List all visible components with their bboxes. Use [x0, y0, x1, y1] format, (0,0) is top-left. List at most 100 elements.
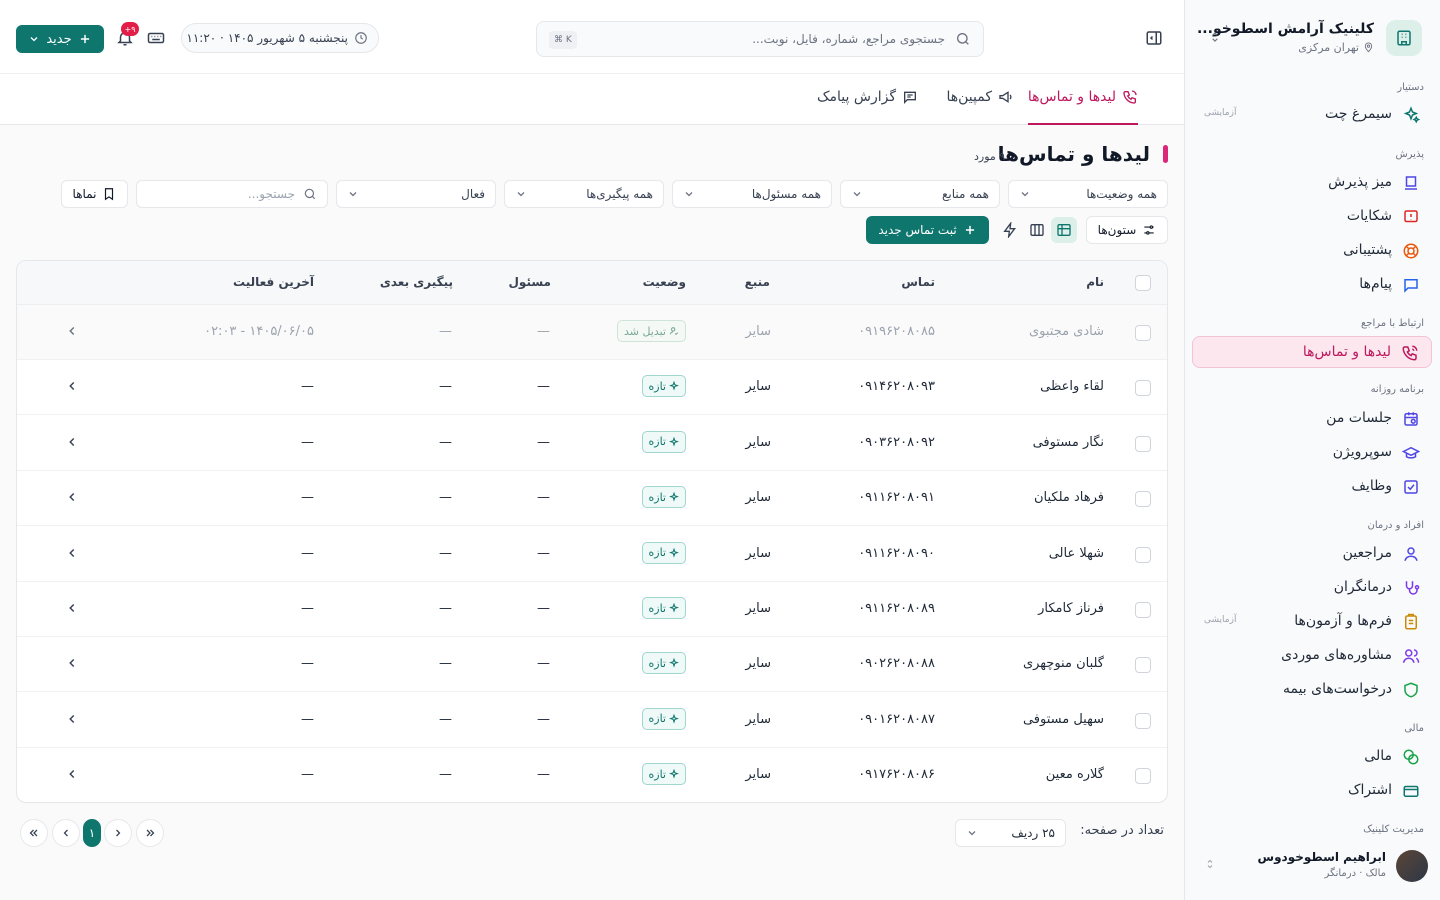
page-size-select[interactable]: ۲۵ ردیف [955, 819, 1066, 847]
sidebar-item-label: سوپرویژن [1332, 444, 1392, 460]
tab-leads[interactable]: لیدها و تماس‌ها [1027, 89, 1138, 125]
row-checkbox[interactable] [1135, 546, 1151, 563]
sidebar-item-messages[interactable]: پیام‌ها [1192, 269, 1432, 301]
new-button[interactable]: جدید [16, 25, 104, 53]
column-header-contact[interactable]: تماس [901, 275, 935, 289]
clinic-switcher[interactable]: کلینیک آرامش اسطوخو... تهران مرکزی [1196, 18, 1428, 60]
table-row[interactable]: لقاء واعظی ۰۹۱۴۶۲۰۸۰۹۳ سایر تازه — — — [17, 360, 1167, 416]
sidebar-item-simorgh-chat[interactable]: سیمرغ چت آزمایشی [1192, 99, 1432, 131]
table-search-input[interactable]: جستجو... [136, 180, 328, 208]
table-row[interactable]: گلبان منوچهری ۰۹۰۲۶۲۰۸۰۸۸ سایر تازه — — — [17, 637, 1167, 693]
lead-phone: ۰۹۱۴۶۲۰۸۰۹۳ [858, 379, 935, 395]
chevron-updown-icon[interactable] [1204, 858, 1216, 870]
chevron-left-icon[interactable] [65, 656, 79, 670]
row-checkbox[interactable] [1135, 491, 1151, 508]
row-checkbox[interactable] [1135, 768, 1151, 785]
active-filter[interactable]: فعال [336, 180, 496, 208]
sidebar-item-forms-tests[interactable]: فرم‌ها و آزمون‌ها آزمایشی [1192, 606, 1432, 638]
kanban-view-icon[interactable] [1024, 217, 1050, 243]
views-button[interactable]: نماها [61, 180, 128, 208]
table-row[interactable]: فرهاد ملکیان ۰۹۱۱۶۲۰۸۰۹۱ سایر تازه — — — [17, 471, 1167, 527]
chevron-left-icon[interactable] [65, 767, 79, 781]
status-badge: تازه [641, 541, 686, 564]
lightning-icon[interactable] [997, 217, 1023, 243]
column-header-owner[interactable]: مسئول [509, 275, 551, 289]
table-row[interactable]: فرناز کامکار ۰۹۱۱۶۲۰۸۰۸۹ سایر تازه — — — [17, 582, 1167, 637]
prev-page-button[interactable] [104, 819, 132, 847]
sidebar-item-insurance[interactable]: درخواست‌های بیمه [1192, 674, 1432, 706]
chevron-left-icon[interactable] [65, 712, 79, 726]
columns-button-label: ستون‌ها [1097, 223, 1137, 237]
chevron-down-icon [517, 192, 525, 197]
sidebar-item-finance[interactable]: مالی [1192, 741, 1432, 773]
sidebar-item-label: پشتیبانی [1343, 242, 1392, 258]
table-row[interactable]: نگار مستوفی ۰۹۰۳۶۲۰۸۰۹۲ سایر تازه — — — [17, 416, 1167, 471]
chevron-left-icon[interactable] [65, 601, 79, 615]
sparkle-icon [669, 658, 679, 668]
column-header-last-activity[interactable]: آخرین فعالیت [233, 275, 314, 289]
page-number-button[interactable]: ۱ [83, 819, 101, 847]
lead-owner: — [537, 379, 550, 395]
global-search-input[interactable]: جستجوی مراجع، شماره، فایل، نوبت... ⌘ K [536, 21, 984, 57]
chevron-left-icon[interactable] [65, 546, 79, 560]
chevron-right-icon [116, 829, 121, 837]
tab-sms-report[interactable]: گزارش پیامک [817, 89, 918, 125]
sidebar-item-supervision[interactable]: سوپرویژن [1192, 437, 1432, 469]
chevron-left-icon[interactable] [65, 324, 79, 338]
sidebar-item-clients[interactable]: مراجعین [1192, 538, 1432, 570]
sidebar-item-tasks[interactable]: وظایف [1192, 471, 1432, 503]
next-page-button[interactable] [52, 819, 80, 847]
sidebar-item-leads[interactable]: لیدها و تماس‌ها [1192, 336, 1432, 368]
column-header-next-followup[interactable]: پیگیری بعدی [380, 275, 453, 289]
user-name: ابراهیم اسطوخودوس [1257, 850, 1386, 864]
select-all-checkbox[interactable] [1135, 275, 1151, 291]
table-row[interactable]: سهیل مستوفی ۰۹۰۱۶۲۰۸۰۸۷ سایر تازه — — — [17, 693, 1167, 748]
row-checkbox[interactable] [1135, 602, 1151, 618]
sidebar-item-front-desk[interactable]: میز پذیرش [1192, 167, 1432, 199]
sidebar-item-therapists[interactable]: درمانگران [1192, 572, 1432, 604]
row-checkbox[interactable] [1135, 325, 1151, 341]
check-square-icon [1404, 480, 1418, 494]
followup-filter[interactable]: همه پیگیری‌ها [504, 180, 664, 208]
chevron-updown-icon[interactable] [1208, 30, 1222, 44]
last-page-button[interactable] [20, 819, 48, 847]
user-check-icon [669, 327, 679, 336]
columns-button[interactable]: ستون‌ها [1086, 216, 1168, 244]
lead-phone: ۰۹۱۷۶۲۰۸۰۸۶ [858, 767, 935, 783]
row-checkbox[interactable] [1135, 657, 1151, 674]
first-page-button[interactable] [136, 819, 164, 847]
sparkle-icon [669, 492, 679, 502]
chevron-left-icon[interactable] [65, 490, 79, 504]
top-header: جستجوی مراجع، شماره، فایل، نوبت... ⌘ K پ… [0, 0, 1184, 74]
experimental-tag: آزمایشی [1204, 615, 1237, 625]
column-header-name[interactable]: نام [1086, 275, 1104, 289]
owner-filter[interactable]: همه مسئول‌ها [672, 180, 832, 208]
chevron-left-icon[interactable] [65, 379, 79, 393]
sidebar-toggle-icon[interactable] [1145, 29, 1163, 47]
sidebar-item-complaints[interactable]: شکایات [1192, 201, 1432, 233]
table-view-icon[interactable] [1051, 217, 1077, 243]
tab-bar: لیدها و تماس‌ها کمپین‌ها گزارش پیامک [0, 75, 1184, 125]
add-contact-button[interactable]: ثبت تماس جدید [866, 216, 989, 244]
table-row[interactable]: شهلا عالی ۰۹۱۱۶۲۰۸۰۹۰ سایر تازه — — — [17, 527, 1167, 582]
tab-campaigns[interactable]: کمپین‌ها [946, 89, 1014, 125]
column-header-source[interactable]: منبع [745, 275, 770, 289]
section-title-finance: مالی [1404, 723, 1424, 734]
keyboard-icon[interactable] [145, 29, 165, 49]
row-checkbox[interactable] [1135, 435, 1151, 452]
row-checkbox[interactable] [1135, 712, 1151, 729]
table-row[interactable]: گلاره معین ۰۹۱۷۶۲۰۸۰۸۶ سایر تازه — — — [17, 748, 1167, 802]
sidebar-item-subscription[interactable]: اشتراک [1192, 775, 1432, 807]
status-badge-text: تازه [648, 601, 667, 615]
source-filter[interactable]: همه منابع [840, 180, 1000, 208]
status-filter[interactable]: همه وضعیت‌ها [1008, 180, 1168, 208]
table-row[interactable]: شادی مجتبوی ۰۹۱۹۶۲۰۸۰۸۵ سایر تبدیل شد — — ۱۴۰۵… [17, 305, 1167, 360]
chevron-left-icon[interactable] [65, 435, 79, 449]
sidebar-item-my-sessions[interactable]: جلسات من [1192, 403, 1432, 435]
chevrons-right-icon [146, 829, 155, 837]
sidebar-item-case-consults[interactable]: مشاوره‌های موردی [1192, 640, 1432, 672]
sidebar-item-support[interactable]: پشتیبانی [1192, 235, 1432, 267]
user-menu[interactable]: ابراهیم اسطوخودوس مالک · درمانگر [1196, 848, 1428, 888]
column-header-status[interactable]: وضعیت [643, 275, 686, 289]
row-checkbox[interactable] [1135, 380, 1151, 397]
